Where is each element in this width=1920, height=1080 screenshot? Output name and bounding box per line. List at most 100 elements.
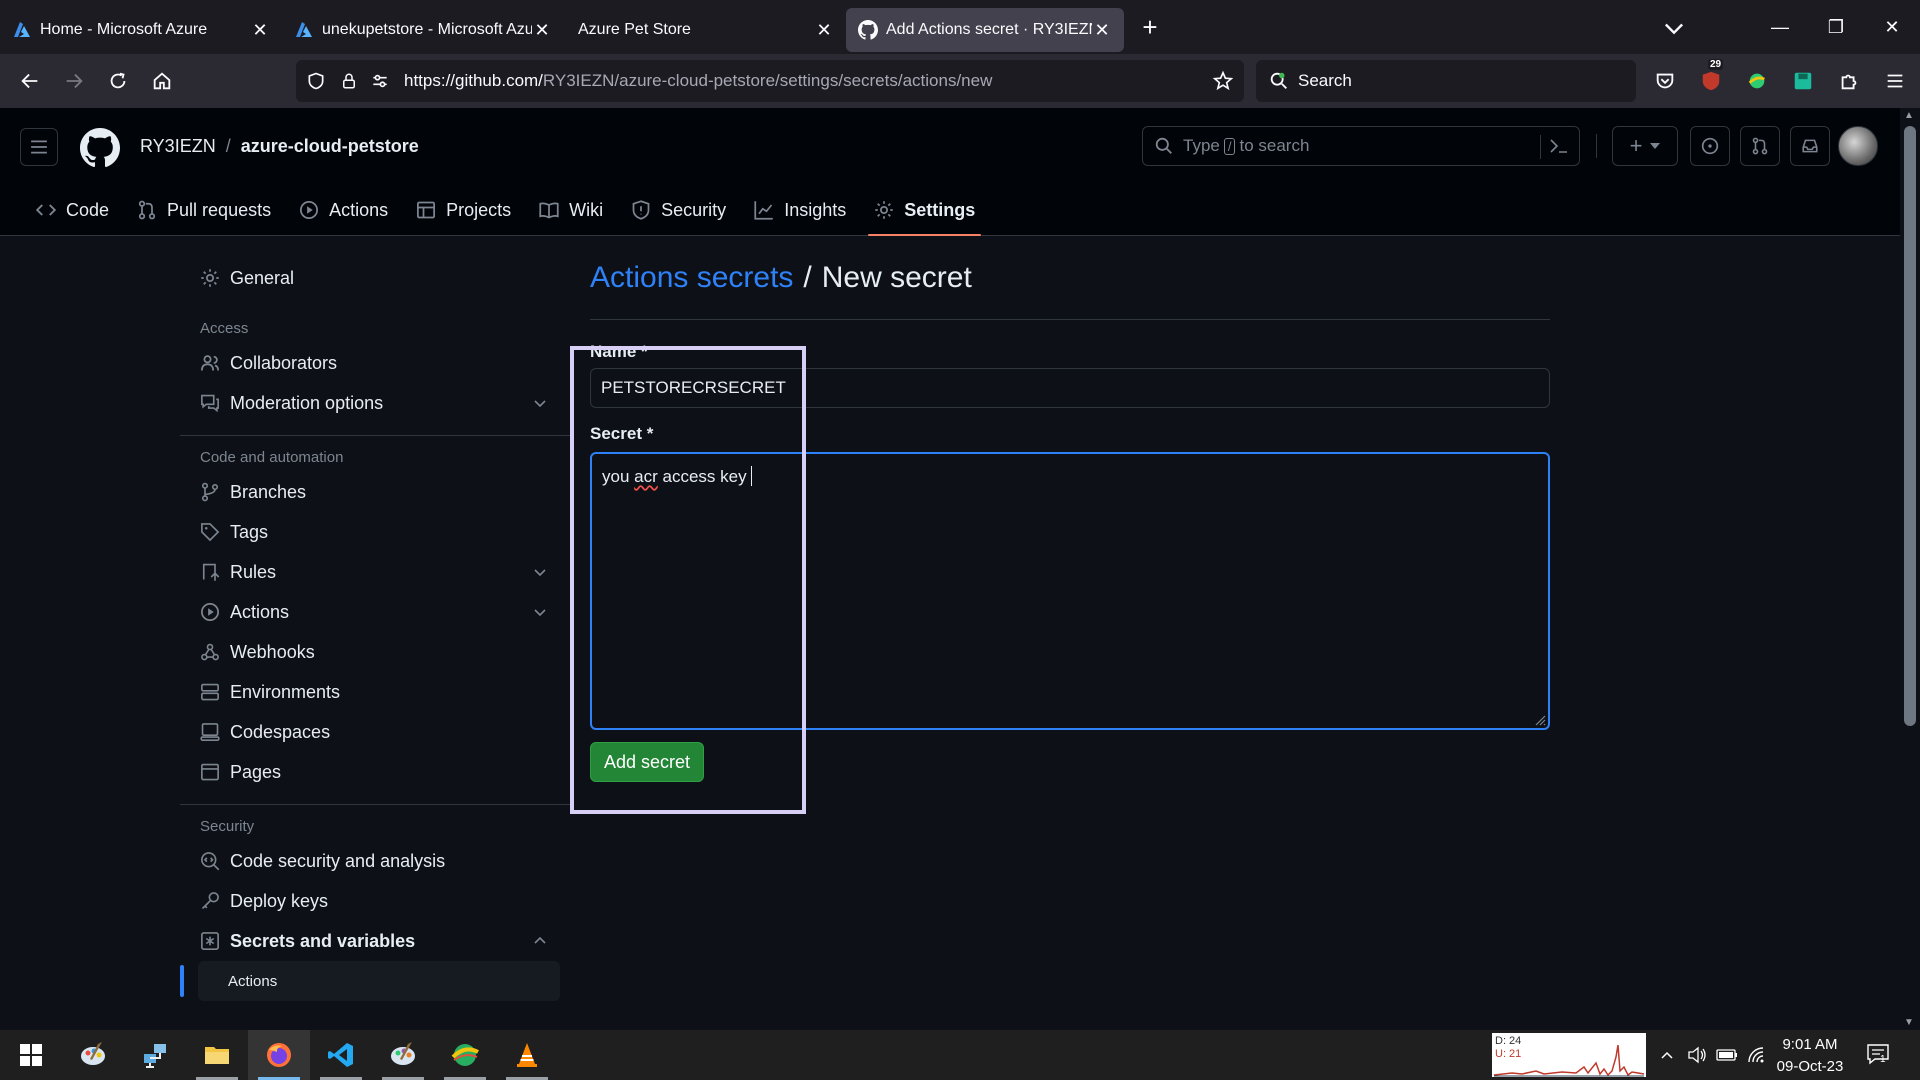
browser-search-bar[interactable]: Search: [1256, 60, 1636, 102]
sidebar-item-secrets-variables[interactable]: Secrets and variables: [180, 921, 570, 961]
pull-requests-button[interactable]: [1740, 126, 1780, 166]
tab-code[interactable]: Code: [22, 184, 123, 236]
close-icon[interactable]: ✕: [1092, 20, 1112, 40]
scroll-thumb[interactable]: [1904, 126, 1916, 726]
sidebar-item-environments[interactable]: Environments: [180, 672, 570, 712]
tab-insights[interactable]: Insights: [740, 184, 860, 236]
tag-icon: [201, 523, 220, 542]
battery-button[interactable]: [1712, 1048, 1742, 1062]
issues-button[interactable]: [1690, 126, 1730, 166]
taskbar-app-file-explorer[interactable]: [186, 1030, 248, 1080]
star-icon[interactable]: [1212, 70, 1234, 92]
forward-button[interactable]: [52, 61, 96, 101]
tab-wiki[interactable]: Wiki: [525, 184, 617, 236]
secret-value-textarea[interactable]: you acr access key: [590, 452, 1550, 730]
sidebar-item-pages[interactable]: Pages: [180, 752, 570, 792]
notification-center-button[interactable]: 1: [1866, 1042, 1890, 1066]
minimize-button[interactable]: —: [1752, 17, 1808, 38]
github-logo-icon[interactable]: [80, 128, 120, 168]
restore-button[interactable]: ❐: [1808, 17, 1864, 38]
taskbar-app-firefox[interactable]: [248, 1030, 310, 1080]
sidebar-item-general[interactable]: General: [180, 258, 570, 298]
sidebar-item-label: Tags: [230, 521, 269, 542]
azure-icon: [296, 22, 312, 37]
save-extension-button[interactable]: [1780, 61, 1826, 101]
extensions-button[interactable]: [1826, 61, 1872, 101]
actions-secrets-link[interactable]: Actions secrets: [590, 261, 793, 295]
start-button[interactable]: [0, 1030, 62, 1080]
add-secret-button[interactable]: Add secret: [590, 742, 704, 782]
tab-label: Settings: [904, 199, 976, 220]
permissions-icon[interactable]: [370, 71, 390, 91]
url-bar[interactable]: https://github.com/RY3IEZN/azure-cloud-p…: [296, 60, 1244, 102]
taskbar-app-vscode[interactable]: [310, 1030, 372, 1080]
shield-icon: [632, 200, 650, 220]
close-icon[interactable]: ✕: [532, 20, 552, 40]
extension-globe-button[interactable]: [1734, 61, 1780, 101]
tab-settings[interactable]: Settings: [860, 184, 989, 236]
global-nav-button[interactable]: [20, 128, 58, 166]
browser-tab-azure-pet-store[interactable]: Azure Pet Store ✕: [564, 8, 846, 52]
ublock-button[interactable]: 29: [1688, 59, 1734, 101]
tab-projects[interactable]: Projects: [402, 184, 525, 236]
sidebar-item-deploy-keys[interactable]: Deploy keys: [180, 881, 570, 921]
command-palette-icon[interactable]: [1549, 137, 1569, 155]
home-button[interactable]: [140, 61, 184, 101]
pocket-button[interactable]: [1642, 61, 1688, 101]
globe-extension-icon: [1748, 73, 1765, 89]
tab-pull-requests[interactable]: Pull requests: [123, 184, 285, 236]
inbox-button[interactable]: [1790, 126, 1830, 166]
sidebar-item-label: Webhooks: [230, 641, 315, 662]
avatar[interactable]: [1838, 126, 1878, 166]
sidebar-item-code-security[interactable]: Code security and analysis: [180, 841, 570, 881]
github-search-input[interactable]: Type / to search: [1142, 126, 1580, 166]
page-scrollbar[interactable]: ▲ ▼: [1900, 108, 1920, 1030]
browser-tab-azure-home[interactable]: Home - Microsoft Azure ✕: [0, 8, 282, 52]
taskbar-app-vlc[interactable]: [496, 1030, 558, 1080]
volume-button[interactable]: [1682, 1046, 1712, 1064]
firefox-icon: [267, 1043, 291, 1067]
create-new-button[interactable]: +: [1612, 126, 1678, 166]
sidebar-item-label: Deploy keys: [230, 890, 329, 911]
close-icon[interactable]: ✕: [250, 20, 270, 40]
repo-link[interactable]: azure-cloud-petstore: [241, 136, 419, 156]
sidebar-item-webhooks[interactable]: Webhooks: [180, 632, 570, 672]
sidebar-item-rules[interactable]: Rules: [180, 552, 570, 592]
sidebar-item-actions[interactable]: Actions: [180, 592, 570, 632]
folder-icon: [205, 1047, 229, 1064]
sidebar-item-collaborators[interactable]: Collaborators: [180, 343, 570, 383]
scroll-down-arrow-icon[interactable]: ▼: [1904, 1017, 1914, 1028]
sidebar-item-label: Actions: [230, 601, 290, 622]
sidebar-item-tags[interactable]: Tags: [180, 512, 570, 552]
taskbar-app-network[interactable]: [124, 1030, 186, 1080]
app-menu-button[interactable]: [1872, 61, 1918, 101]
tab-actions[interactable]: Actions: [285, 184, 402, 236]
scroll-up-arrow-icon[interactable]: ▲: [1904, 110, 1914, 121]
sidebar-subitem-actions[interactable]: Actions: [180, 961, 560, 1001]
network-monitor-widget[interactable]: D: 24 U: 21: [1492, 1033, 1646, 1077]
floppy-icon: [1794, 72, 1812, 90]
sidebar-item-branches[interactable]: Branches: [180, 472, 570, 512]
owner-link[interactable]: RY3IEZN: [140, 136, 216, 156]
taskbar-app-globe[interactable]: [434, 1030, 496, 1080]
close-window-button[interactable]: ✕: [1864, 17, 1920, 38]
path-separator: /: [225, 136, 231, 156]
resize-handle-icon[interactable]: [1532, 712, 1546, 726]
secret-name-input[interactable]: PETSTORECRSECRET: [590, 368, 1550, 408]
taskbar-app-paint-2[interactable]: [372, 1030, 434, 1080]
browser-tab-add-actions-secret[interactable]: Add Actions secret · RY3IEZN/azure-cloud…: [846, 8, 1124, 52]
repo-tabs: Code Pull requests Actions Projects Wiki…: [0, 184, 989, 236]
browser-tab-unekupetstore[interactable]: unekupetstore - Microsoft Azure ✕: [282, 8, 564, 52]
system-clock[interactable]: 9:01 AM 09-Oct-23: [1762, 1034, 1858, 1078]
chevron-down-icon: [534, 609, 546, 617]
reload-button[interactable]: [96, 61, 140, 101]
sidebar-item-moderation[interactable]: Moderation options: [180, 383, 570, 423]
back-button[interactable]: [8, 61, 52, 101]
tab-security[interactable]: Security: [617, 184, 740, 236]
chevron-down-icon[interactable]: [1660, 14, 1688, 42]
new-tab-button[interactable]: +: [1130, 7, 1170, 47]
taskbar-app-paint[interactable]: [62, 1030, 124, 1080]
close-icon[interactable]: ✕: [814, 20, 834, 40]
show-hidden-icons-button[interactable]: [1652, 1048, 1682, 1062]
sidebar-item-codespaces[interactable]: Codespaces: [180, 712, 570, 752]
